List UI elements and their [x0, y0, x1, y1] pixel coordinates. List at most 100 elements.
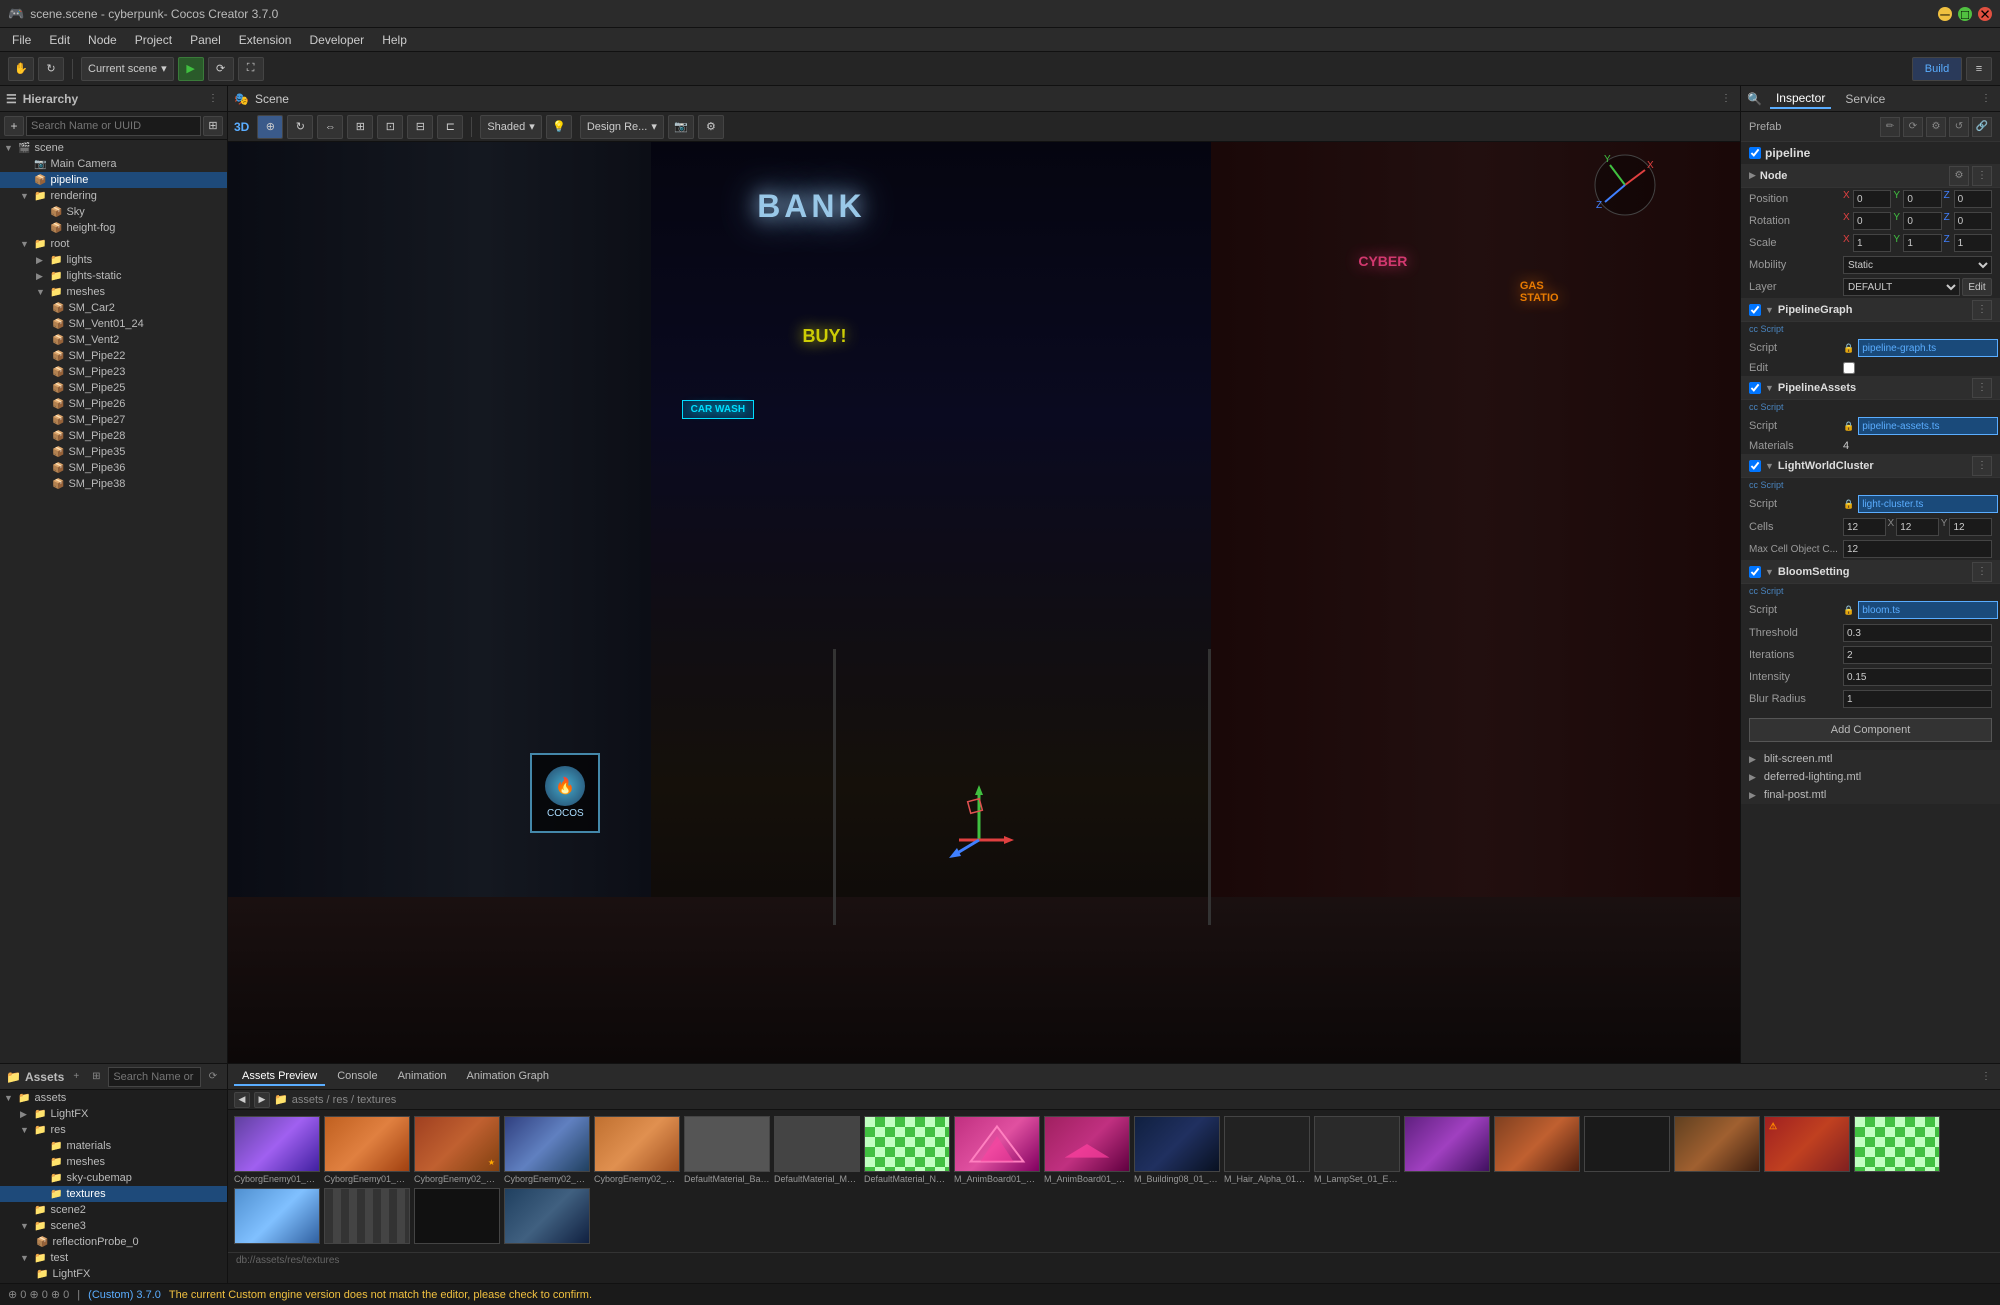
- texture-item-1[interactable]: CyborgEnemy01_N.png: [234, 1116, 320, 1184]
- scale-y-input[interactable]: [1903, 234, 1941, 252]
- texture-item-11[interactable]: M_Building08_01_BaseCol...: [1134, 1116, 1220, 1184]
- menu-extension[interactable]: Extension: [231, 31, 300, 49]
- assets-tree-scene3[interactable]: ▼ 📁 scene3: [0, 1218, 227, 1234]
- toolbar-build[interactable]: Build: [1912, 57, 1962, 81]
- pa-more-btn[interactable]: ⋮: [1972, 378, 1992, 398]
- texture-item-10[interactable]: M_AnimBoard01_Emissive...: [1044, 1116, 1130, 1184]
- texture-item-9[interactable]: M_AnimBoard01_BaseCol...: [954, 1116, 1040, 1184]
- assets-tree-lightfx[interactable]: ▶ 📁 LightFX: [0, 1106, 227, 1122]
- scene-rect-tool[interactable]: ⊞: [347, 115, 373, 139]
- blit-screen-row[interactable]: ▶ blit-screen.mtl: [1741, 750, 2000, 768]
- texture-item-4[interactable]: CyborgEnemy02_N.png: [504, 1116, 590, 1184]
- mobility-select[interactable]: Static: [1843, 256, 1992, 274]
- texture-item-6[interactable]: DefaultMaterial_BaseColor...: [684, 1116, 770, 1184]
- assets-tree-meshes[interactable]: 📁 meshes: [0, 1154, 227, 1170]
- assets-tree-test-lightfx[interactable]: 📁 LightFX: [0, 1266, 227, 1282]
- tree-item-lights[interactable]: ▶ 📁 lights: [0, 252, 227, 268]
- texture-item-r2-7[interactable]: [234, 1188, 320, 1246]
- bloom-blur-input[interactable]: [1843, 690, 1992, 708]
- tree-item-sm-pipe22[interactable]: 📦 SM_Pipe22: [0, 348, 227, 364]
- pg-more-btn[interactable]: ⋮: [1972, 300, 1992, 320]
- tree-item-height-fog[interactable]: 📦 height-fog: [0, 220, 227, 236]
- scene-scale-tool[interactable]: ⇔: [317, 115, 343, 139]
- prefab-reload-btn[interactable]: ⟳: [1903, 117, 1923, 137]
- scene-snap-tool[interactable]: ⊟: [407, 115, 433, 139]
- tree-item-sm-pipe35[interactable]: 📦 SM_Pipe35: [0, 444, 227, 460]
- scene-camera-btn[interactable]: 📷: [668, 115, 694, 139]
- pipeline-assets-header[interactable]: ▼ PipelineAssets ⋮: [1741, 376, 2000, 400]
- assets-tree-reflection[interactable]: 📦 reflectionProbe_0: [0, 1234, 227, 1250]
- node-section-header[interactable]: ▶ Node ⚙ ⋮: [1741, 164, 2000, 188]
- tree-item-sm-pipe38[interactable]: 📦 SM_Pipe38: [0, 476, 227, 492]
- tab-inspector[interactable]: Inspector: [1770, 89, 1831, 109]
- texture-item-5[interactable]: CyborgEnemy02_ORM.png: [594, 1116, 680, 1184]
- texture-item-r2-4[interactable]: [1674, 1116, 1760, 1184]
- pipeline-graph-header[interactable]: ▼ PipelineGraph ⋮: [1741, 298, 2000, 322]
- tab-animation-graph[interactable]: Animation Graph: [458, 1068, 557, 1086]
- add-component-btn[interactable]: Add Component: [1749, 718, 1992, 742]
- tab-assets-preview[interactable]: Assets Preview: [234, 1068, 325, 1086]
- menu-file[interactable]: File: [4, 31, 39, 49]
- texture-item-r2-10[interactable]: [504, 1188, 590, 1246]
- tree-item-sm-car2[interactable]: 📦 SM_Car2: [0, 300, 227, 316]
- hierarchy-add-btn[interactable]: +: [4, 116, 24, 136]
- breadcrumb-forward[interactable]: ▶: [254, 1092, 270, 1108]
- layer-select[interactable]: DEFAULT: [1843, 278, 1960, 296]
- menu-developer[interactable]: Developer: [301, 31, 372, 49]
- bloom-header[interactable]: ▼ BloomSetting ⋮: [1741, 560, 2000, 584]
- assets-tree-assets[interactable]: ▼ 📁 assets: [0, 1090, 227, 1106]
- tree-item-sm-pipe28[interactable]: 📦 SM_Pipe28: [0, 428, 227, 444]
- scene-menu-btn[interactable]: ⋮: [1718, 91, 1734, 107]
- rot-z-input[interactable]: [1954, 212, 1992, 230]
- bloom-script-input[interactable]: [1858, 601, 1998, 619]
- shading-dropdown[interactable]: Shaded ▾: [480, 115, 541, 139]
- hierarchy-sort-btn[interactable]: ⊞: [203, 116, 223, 136]
- tree-item-scene[interactable]: ▼ 🎬 scene: [0, 140, 227, 156]
- texture-item-r2-2[interactable]: [1494, 1116, 1580, 1184]
- toolbar-play[interactable]: ▶: [178, 57, 204, 81]
- scene-move-tool[interactable]: ⊕: [257, 115, 283, 139]
- scale-z-input[interactable]: [1954, 234, 1992, 252]
- bloom-threshold-input[interactable]: [1843, 624, 1992, 642]
- toolbar-refresh[interactable]: ⟳: [208, 57, 234, 81]
- texture-item-7[interactable]: DefaultMaterial_MetallicRo...: [774, 1116, 860, 1184]
- tree-item-main-camera[interactable]: 📷 Main Camera: [0, 156, 227, 172]
- tree-item-sm-pipe36[interactable]: 📦 SM_Pipe36: [0, 460, 227, 476]
- pos-x-input[interactable]: [1853, 190, 1891, 208]
- lwc-cells-x[interactable]: [1843, 518, 1886, 536]
- texture-item-r2-1[interactable]: [1404, 1116, 1490, 1184]
- menu-project[interactable]: Project: [127, 31, 180, 49]
- tree-item-pipeline[interactable]: 📦 pipeline: [0, 172, 227, 188]
- tab-service[interactable]: Service: [1839, 90, 1891, 108]
- prefab-refresh-btn[interactable]: ↺: [1949, 117, 1969, 137]
- assets-tree-materials[interactable]: 📁 materials: [0, 1138, 227, 1154]
- texture-item-r2-8[interactable]: [324, 1188, 410, 1246]
- texture-item-13[interactable]: M_LampSet_01_Emissive...: [1314, 1116, 1400, 1184]
- tree-item-sm-pipe23[interactable]: 📦 SM_Pipe23: [0, 364, 227, 380]
- texture-item-r2-9[interactable]: [414, 1188, 500, 1246]
- assets-tree-scene2[interactable]: 📁 scene2: [0, 1202, 227, 1218]
- scene-settings-btn[interactable]: ⚙: [698, 115, 724, 139]
- menu-edit[interactable]: Edit: [41, 31, 78, 49]
- scene-viewport[interactable]: BANK CAR WASH BUY! GASSTATIO CYBER 🔥 COC…: [228, 142, 1740, 1063]
- bloom-checkbox[interactable]: [1749, 566, 1761, 578]
- lwc-checkbox[interactable]: [1749, 460, 1761, 472]
- pg-script-input[interactable]: [1858, 339, 1998, 357]
- bloom-more-btn[interactable]: ⋮: [1972, 562, 1992, 582]
- assets-sort-btn[interactable]: ⊞: [88, 1069, 104, 1085]
- node-more-btn[interactable]: ⋮: [1972, 166, 1992, 186]
- bottom-menu-btn[interactable]: ⋮: [1978, 1069, 1994, 1085]
- lwc-header[interactable]: ▼ LightWorldCluster ⋮: [1741, 454, 2000, 478]
- texture-item-3[interactable]: ★ CyborgEnemy02_BC.png: [414, 1116, 500, 1184]
- pipeline-graph-checkbox[interactable]: [1749, 304, 1761, 316]
- tree-item-sm-pipe27[interactable]: 📦 SM_Pipe27: [0, 412, 227, 428]
- tree-item-meshes[interactable]: ▼ 📁 meshes: [0, 284, 227, 300]
- rot-x-input[interactable]: [1853, 212, 1891, 230]
- tree-item-rendering[interactable]: ▼ 📁 rendering: [0, 188, 227, 204]
- inspector-menu-btn[interactable]: ⋮: [1978, 91, 1994, 107]
- rot-y-input[interactable]: [1903, 212, 1941, 230]
- assets-tree-sky[interactable]: 📁 sky-cubemap: [0, 1170, 227, 1186]
- lwc-cells-y[interactable]: [1896, 518, 1939, 536]
- lwc-cells-z[interactable]: [1949, 518, 1992, 536]
- toolbar-rotate[interactable]: ↻: [38, 57, 64, 81]
